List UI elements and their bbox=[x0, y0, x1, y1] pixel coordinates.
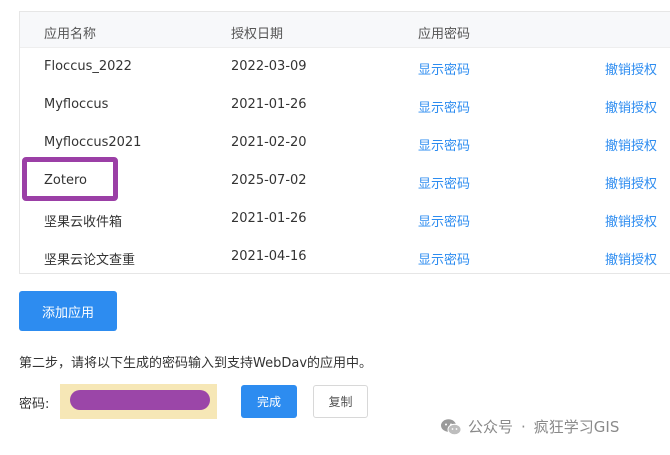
password-field bbox=[60, 384, 217, 419]
table-row: Myfloccus2021 2021-02-20 显示密码 撤销授权 bbox=[20, 124, 670, 162]
redaction-mark bbox=[70, 390, 210, 410]
app-name: Floccus_2022 bbox=[44, 59, 132, 74]
step-two-instruction: 第二步，请将以下生成的密码输入到支持WebDav的应用中。 bbox=[19, 356, 373, 371]
show-password-link[interactable]: 显示密码 bbox=[418, 249, 470, 268]
header-app-name: 应用名称 bbox=[44, 27, 97, 42]
header-auth-date: 授权日期 bbox=[231, 27, 284, 42]
wechat-icon bbox=[441, 418, 462, 435]
auth-date: 2021-02-20 bbox=[231, 135, 307, 150]
app-name: 坚果云收件箱 bbox=[44, 215, 123, 230]
auth-date: 2021-01-26 bbox=[231, 97, 307, 112]
table-header: 应用名称 授权日期 应用密码 bbox=[20, 12, 670, 48]
show-password-link[interactable]: 显示密码 bbox=[418, 97, 470, 116]
watermark-separator: · bbox=[521, 417, 526, 436]
add-app-button[interactable]: 添加应用 bbox=[19, 291, 117, 331]
app-name: 坚果云论文查重 bbox=[44, 253, 136, 268]
show-password-link[interactable]: 显示密码 bbox=[418, 173, 470, 192]
show-password-link[interactable]: 显示密码 bbox=[418, 135, 470, 154]
header-app-password: 应用密码 bbox=[418, 27, 471, 42]
revoke-auth-link[interactable]: 撤销授权 bbox=[605, 97, 657, 116]
auth-date: 2022-03-09 bbox=[231, 59, 307, 74]
show-password-link[interactable]: 显示密码 bbox=[418, 211, 470, 230]
app-password-table: 应用名称 授权日期 应用密码 Floccus_2022 2022-03-09 显… bbox=[19, 11, 670, 274]
table-row: Myfloccus 2021-01-26 显示密码 撤销授权 bbox=[20, 86, 670, 124]
watermark-name: 疯狂学习GIS bbox=[533, 418, 620, 436]
revoke-auth-link[interactable]: 撤销授权 bbox=[605, 59, 657, 78]
watermark: 公众号 · 疯狂学习GIS bbox=[440, 416, 619, 437]
app-name: Zotero bbox=[44, 173, 87, 188]
revoke-auth-link[interactable]: 撤销授权 bbox=[605, 249, 657, 268]
show-password-link[interactable]: 显示密码 bbox=[418, 59, 470, 78]
table-row: 坚果云收件箱 2021-01-26 显示密码 撤销授权 bbox=[20, 200, 670, 238]
done-button[interactable]: 完成 bbox=[241, 385, 297, 418]
table-row: 坚果云论文查重 2021-04-16 显示密码 撤销授权 bbox=[20, 238, 670, 276]
table-row: Floccus_2022 2022-03-09 显示密码 撤销授权 bbox=[20, 48, 670, 86]
revoke-auth-link[interactable]: 撤销授权 bbox=[605, 211, 657, 230]
auth-date: 2021-04-16 bbox=[231, 249, 307, 264]
copy-button[interactable]: 复制 bbox=[313, 385, 368, 418]
app-name: Myfloccus bbox=[44, 97, 109, 112]
auth-date: 2021-01-26 bbox=[231, 211, 307, 226]
revoke-auth-link[interactable]: 撤销授权 bbox=[605, 173, 657, 192]
watermark-source: 公众号 bbox=[468, 418, 514, 436]
auth-date: 2025-07-02 bbox=[231, 173, 307, 188]
app-name: Myfloccus2021 bbox=[44, 135, 142, 150]
password-label: 密码: bbox=[19, 397, 50, 412]
table-row: Zotero 2025-07-02 显示密码 撤销授权 bbox=[20, 162, 670, 200]
revoke-auth-link[interactable]: 撤销授权 bbox=[605, 135, 657, 154]
